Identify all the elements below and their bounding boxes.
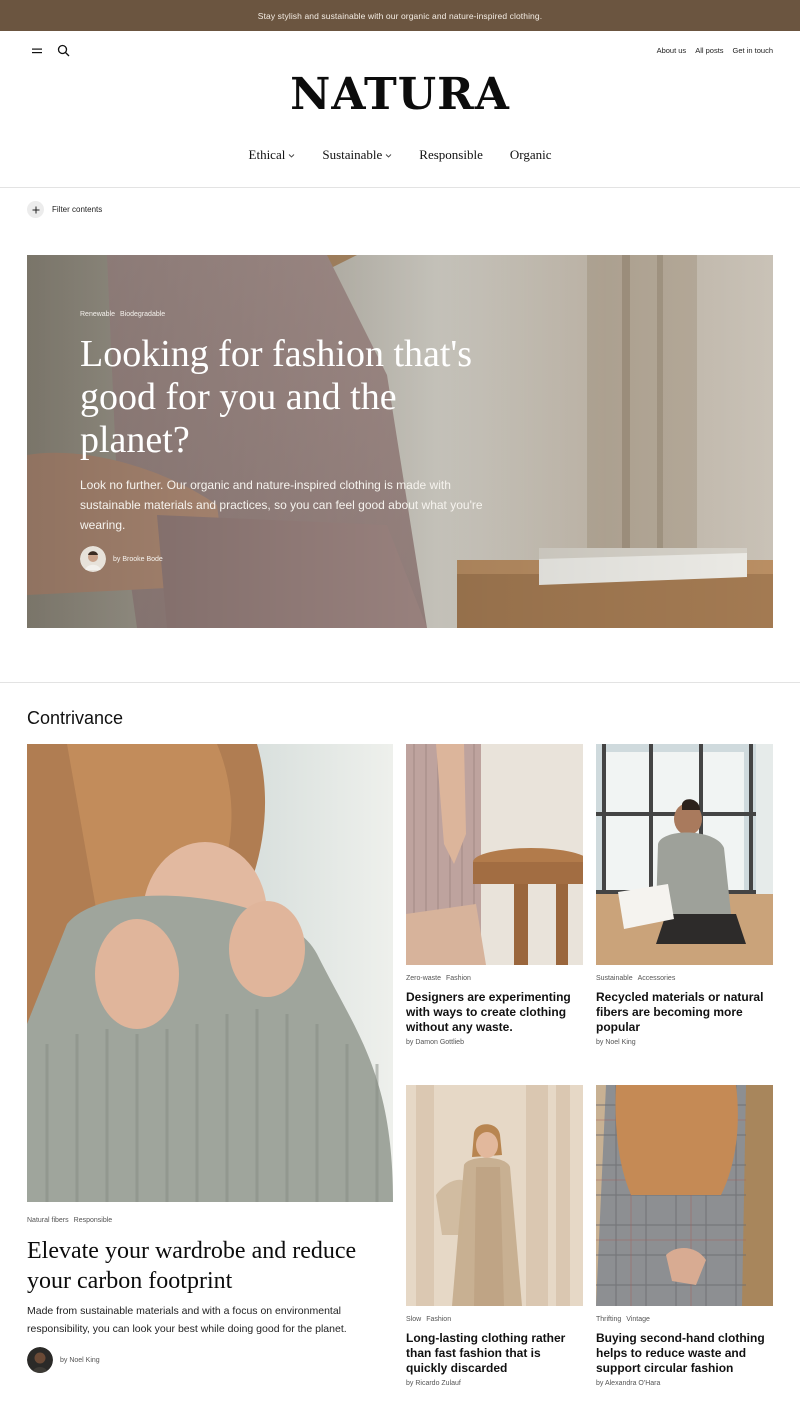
search-icon[interactable]: [57, 44, 70, 57]
hero-description: Look no further. Our organic and nature-…: [80, 478, 483, 532]
post-card-image[interactable]: [596, 744, 773, 965]
post-card-title[interactable]: Buying second-hand clothing helps to red…: [596, 1331, 773, 1376]
site-logo[interactable]: NATURA: [0, 66, 800, 124]
announcement-text: Stay stylish and sustainable with our or…: [257, 10, 543, 21]
nav-item-ethical[interactable]: Ethical: [249, 147, 296, 163]
post-card-tags: Thrifting Vintage: [596, 1316, 650, 1323]
nav-item-label: Sustainable: [322, 147, 383, 162]
nav-item-label: Ethical: [248, 147, 286, 162]
featured-post-tags: Natural fibers Responsible: [27, 1217, 112, 1224]
tag[interactable]: Biodegradable: [120, 311, 165, 318]
nav-item-label: Responsible: [419, 147, 483, 162]
tag[interactable]: Fashion: [426, 1316, 451, 1323]
author-name[interactable]: by Noel King: [60, 1357, 100, 1364]
post-card-tags: Slow Fashion: [406, 1316, 451, 1323]
tag[interactable]: Fashion: [446, 975, 471, 982]
post-card-image[interactable]: [406, 1085, 583, 1306]
post-card-title[interactable]: Recycled materials or natural fibers are…: [596, 990, 773, 1035]
nav-item-responsible[interactable]: Responsible: [419, 147, 483, 163]
plus-icon: [27, 201, 44, 218]
post-card-image[interactable]: [406, 744, 583, 965]
hero-author: by Brooke Bode: [80, 546, 163, 572]
filter-contents-button[interactable]: Filter contents: [27, 201, 102, 218]
tag[interactable]: Responsible: [74, 1217, 113, 1224]
about-us-link[interactable]: About us: [657, 46, 687, 55]
tag[interactable]: Natural fibers: [27, 1217, 69, 1224]
nav-item-organic[interactable]: Organic: [510, 147, 552, 163]
divider: [0, 682, 800, 683]
tag[interactable]: Accessories: [638, 975, 676, 982]
post-card-title[interactable]: Long-lasting clothing rather than fast f…: [406, 1331, 583, 1376]
avatar: [80, 546, 106, 572]
header-icons: [31, 44, 70, 57]
featured-post-image[interactable]: [27, 744, 393, 1202]
menu-icon[interactable]: [31, 45, 43, 57]
post-card-tags: Zero-waste Fashion: [406, 975, 471, 982]
tag[interactable]: Sustainable: [596, 975, 633, 982]
tag[interactable]: Vintage: [626, 1316, 650, 1323]
chevron-down-icon: [289, 153, 295, 158]
hero-title[interactable]: Looking for fashion that's good for you …: [80, 333, 500, 462]
tag[interactable]: Zero-waste: [406, 975, 441, 982]
filter-label: Filter contents: [52, 205, 103, 214]
chevron-down-icon: [385, 153, 392, 158]
hero-banner[interactable]: Renewable Biodegradable Looking for fash…: [27, 255, 773, 628]
tag[interactable]: Thrifting: [596, 1316, 621, 1323]
post-card-author[interactable]: by Damon Gottlieb: [406, 1039, 464, 1046]
announcement-bar: Stay stylish and sustainable with our or…: [0, 0, 800, 31]
post-card-author[interactable]: by Ricardo Zulauf: [406, 1380, 461, 1387]
get-in-touch-link[interactable]: Get in touch: [733, 46, 773, 55]
featured-post-description: Made from sustainable materials and with…: [27, 1305, 347, 1335]
nav-item-label: Organic: [509, 147, 552, 162]
post-card-tags: Sustainable Accessories: [596, 975, 675, 982]
header-links: About us All posts Get in touch: [657, 46, 773, 55]
post-card-image[interactable]: [596, 1085, 773, 1306]
divider: [0, 187, 800, 188]
post-card-author[interactable]: by Alexandra O'Hara: [596, 1380, 660, 1387]
featured-post-title[interactable]: Elevate your wardrobe and reduce your ca…: [27, 1236, 393, 1296]
main-nav: Ethical Sustainable Responsible Organic: [0, 147, 800, 163]
hero-tags: Renewable Biodegradable: [80, 311, 165, 318]
tag[interactable]: Renewable: [80, 311, 115, 318]
featured-post-author: by Noel King: [27, 1347, 100, 1373]
nav-item-sustainable[interactable]: Sustainable: [322, 147, 392, 163]
all-posts-link[interactable]: All posts: [695, 46, 723, 55]
author-name[interactable]: by Brooke Bode: [113, 556, 163, 563]
post-card-author[interactable]: by Noel King: [596, 1039, 636, 1046]
post-card-title[interactable]: Designers are experimenting with ways to…: [406, 990, 583, 1035]
tag[interactable]: Slow: [406, 1316, 421, 1323]
avatar: [27, 1347, 53, 1373]
section-title: Contrivance: [27, 708, 124, 728]
